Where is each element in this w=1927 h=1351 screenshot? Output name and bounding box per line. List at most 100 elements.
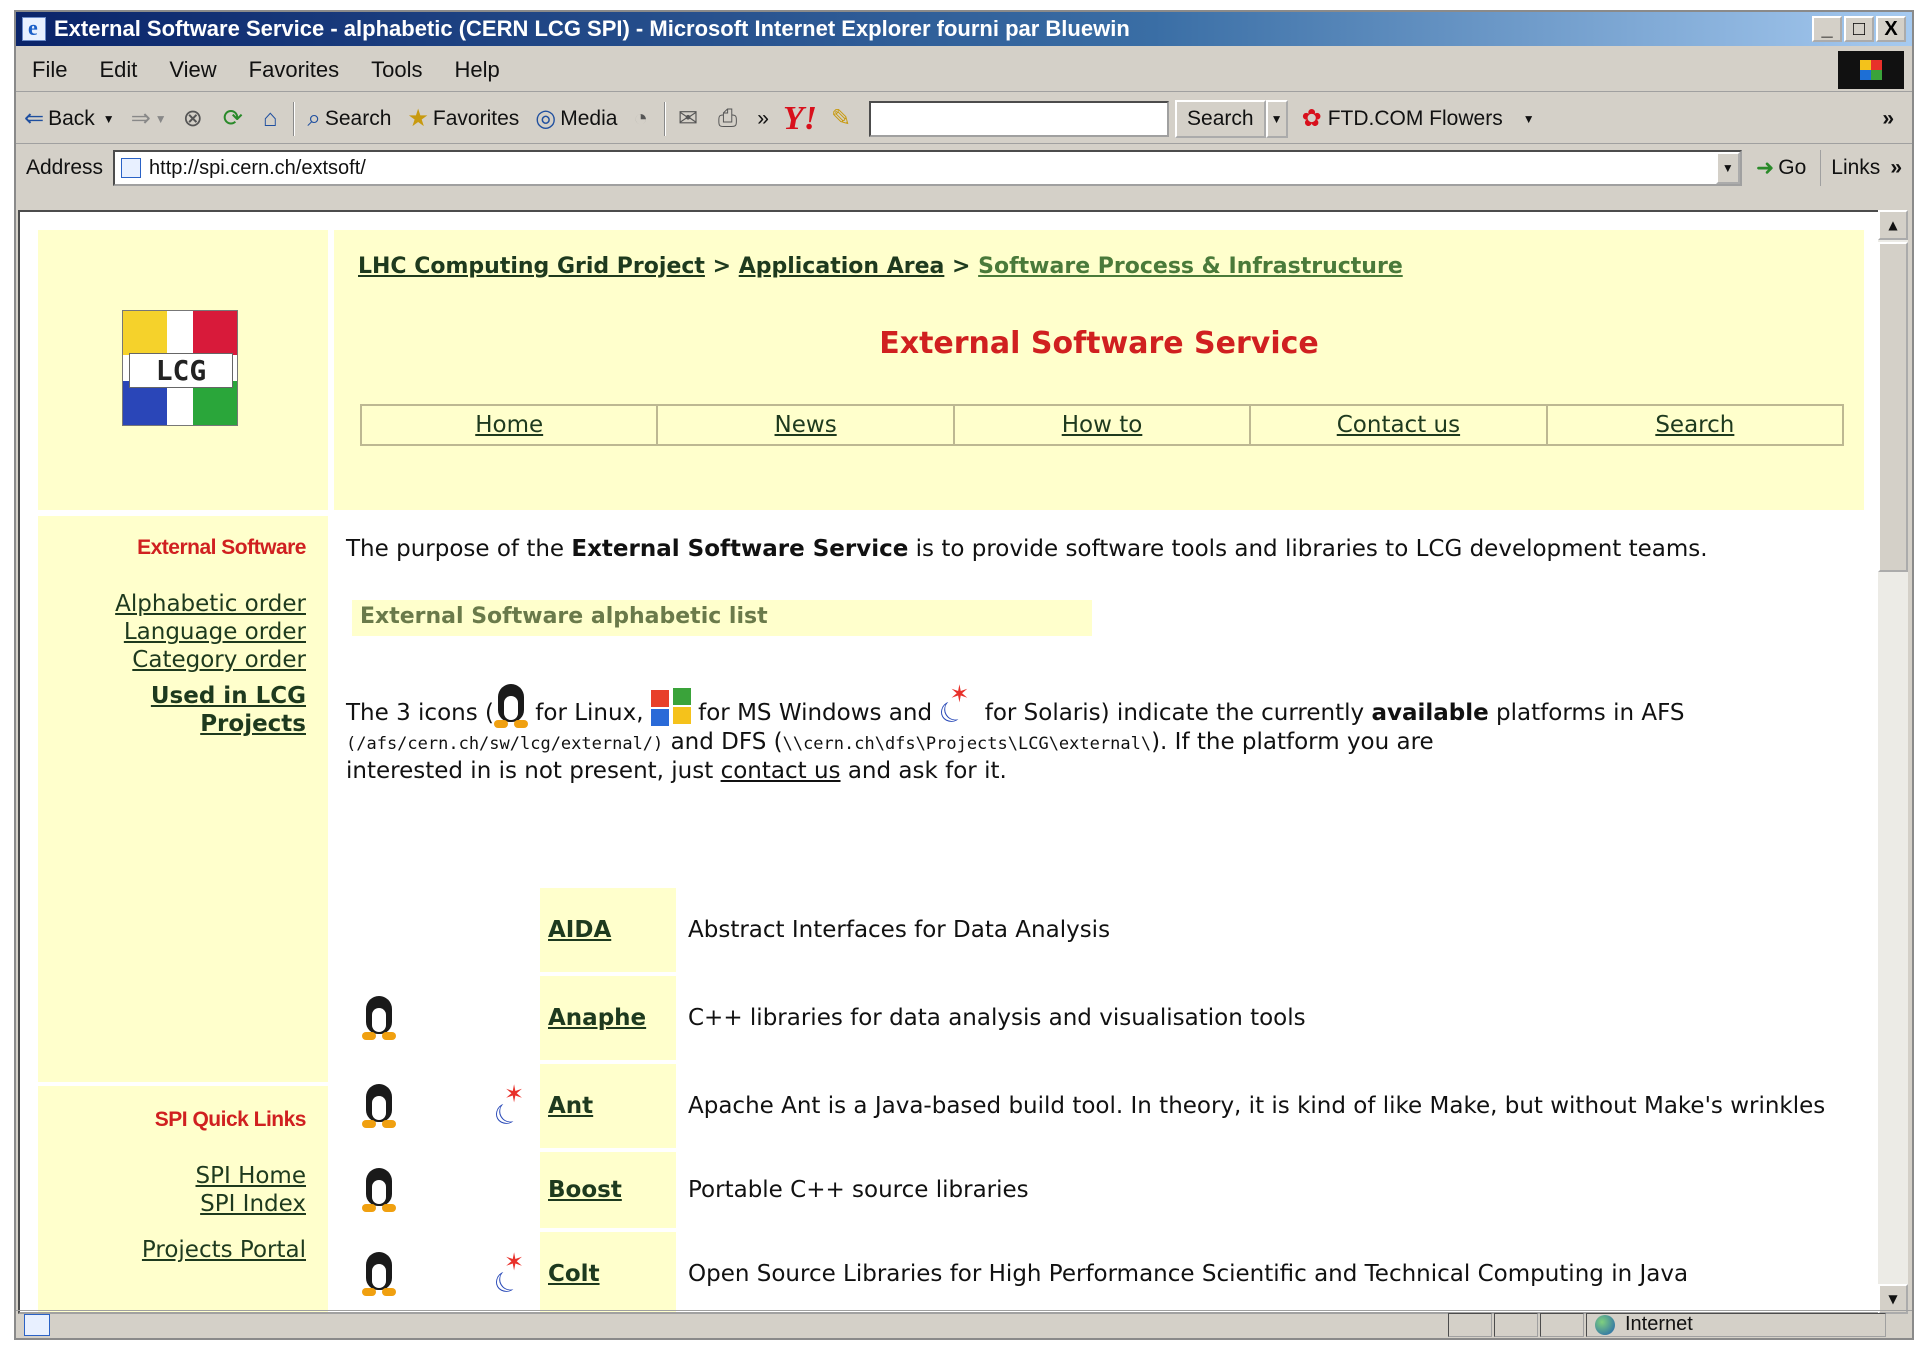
sidebar-link-projects-portal[interactable]: Projects Portal xyxy=(142,1236,306,1264)
search-dropdown-button[interactable]: ▼ xyxy=(1265,99,1288,138)
title-bar[interactable]: External Software Service - alphabetic (… xyxy=(16,12,1912,46)
breadcrumb-application-area-link[interactable]: Application Area xyxy=(739,254,945,279)
menu-file[interactable]: File xyxy=(16,57,83,83)
zone-label: Internet xyxy=(1625,1313,1693,1335)
toolbar-search-input[interactable] xyxy=(869,100,1170,137)
media-button[interactable]: ◎ Media xyxy=(527,99,625,139)
history-button[interactable]: ◔ xyxy=(625,99,660,139)
nav-howto-link[interactable]: How to xyxy=(955,406,1252,444)
package-link[interactable]: Colt xyxy=(548,1261,600,1287)
solaris-icon xyxy=(939,680,977,728)
package-link[interactable]: Ant xyxy=(548,1093,593,1119)
sidebar-order-links: Alphabetic order Language order Category… xyxy=(115,590,306,674)
dropdown-arrow-icon[interactable]: ▼ xyxy=(1523,112,1535,126)
linux-icon xyxy=(362,1084,396,1128)
sidebar-divider xyxy=(38,1082,328,1086)
sidebar-link-language[interactable]: Language order xyxy=(115,618,306,646)
text-part: ). If the platform you are xyxy=(1151,729,1434,755)
stop-button[interactable]: ⊗ xyxy=(175,99,215,139)
ftd-flowers-link[interactable]: FTD.COM Flowers xyxy=(1328,107,1503,131)
contact-us-link[interactable]: contact us xyxy=(721,758,841,784)
table-row: Colt Open Source Libraries for High Perfo… xyxy=(346,1232,1846,1312)
sidebar-used-links[interactable]: Used in LCG Projects xyxy=(151,682,306,738)
printer-icon: ⎙ xyxy=(718,104,738,132)
status-bar: Internet xyxy=(16,1310,1912,1338)
vertical-scrollbar[interactable]: ▲ ▼ xyxy=(1878,210,1908,1314)
sidebar-link-category[interactable]: Category order xyxy=(115,646,306,674)
logo-cell: LCG xyxy=(38,230,328,510)
refresh-button[interactable]: ⟳ xyxy=(215,99,255,139)
sidebar-link-used-in-lcg[interactable]: Used in LCG xyxy=(151,682,306,710)
favorites-button[interactable]: ★ Favorites xyxy=(399,99,527,139)
forward-button[interactable]: ⇒ ▼ xyxy=(123,99,175,139)
print-button[interactable]: ⎙ xyxy=(710,99,749,139)
forward-arrow-icon: ⇒ xyxy=(130,105,151,132)
menu-edit[interactable]: Edit xyxy=(83,57,153,83)
back-button[interactable]: ⇐ Back ▼ xyxy=(16,99,123,139)
package-name-cell: Anaphe xyxy=(540,976,676,1060)
text-part: for Solaris) indicate the currently xyxy=(977,700,1372,726)
package-description: C++ libraries for data analysis and visu… xyxy=(688,1005,1306,1031)
sidebar-quick-links: SPI Home SPI Index xyxy=(196,1162,307,1218)
sidebar-heading-quick-links: SPI Quick Links xyxy=(154,1108,307,1131)
breadcrumb-lhc-link[interactable]: LHC Computing Grid Project xyxy=(358,254,705,279)
breadcrumb-separator: > xyxy=(712,254,732,279)
highlight-button[interactable]: ✎ xyxy=(823,99,863,139)
scroll-thumb[interactable] xyxy=(1878,242,1908,572)
chevron-right-icon[interactable]: » xyxy=(1882,107,1894,131)
package-link[interactable]: Boost xyxy=(548,1177,622,1203)
nav-home-link[interactable]: Home xyxy=(362,406,659,444)
menu-favorites[interactable]: Favorites xyxy=(233,57,355,83)
go-label: Go xyxy=(1778,156,1807,179)
table-row: Ant Apache Ant is a Java-based build tool… xyxy=(346,1064,1846,1148)
home-button[interactable]: ⌂ xyxy=(255,99,290,139)
resize-grip-icon[interactable] xyxy=(1886,1313,1912,1337)
package-name-cell: Boost xyxy=(540,1152,676,1228)
lcg-logo[interactable]: LCG xyxy=(122,310,238,426)
scroll-up-button[interactable]: ▲ xyxy=(1878,210,1908,240)
nav-search-link[interactable]: Search xyxy=(1548,406,1842,444)
windows-icon xyxy=(650,688,691,726)
menu-view[interactable]: View xyxy=(153,57,232,83)
browser-window: External Software Service - alphabetic (… xyxy=(14,10,1914,1340)
solaris-icon xyxy=(494,1248,532,1296)
close-button[interactable]: X xyxy=(1876,16,1906,42)
linux-icon xyxy=(362,1168,396,1212)
toolbar-search-button[interactable]: Search xyxy=(1175,99,1266,138)
address-dropdown-button[interactable]: ▼ xyxy=(1715,152,1740,184)
dropdown-arrow-icon: ▼ xyxy=(102,111,115,126)
yahoo-logo[interactable]: Y! xyxy=(777,100,823,138)
address-field[interactable]: http://spi.cern.ch/extsoft/ ▼ xyxy=(113,150,1742,186)
text-part: platforms in AFS xyxy=(1488,700,1685,726)
go-arrow-icon: ➜ xyxy=(1755,155,1775,180)
text-part: for Linux, xyxy=(527,700,651,726)
go-button[interactable]: ➜ Go xyxy=(1742,155,1820,181)
search-toolbar-button[interactable]: ⌕ Search xyxy=(299,99,399,139)
afs-path: (/afs/cern.ch/sw/lcg/external/) xyxy=(346,734,664,754)
package-link[interactable]: AIDA xyxy=(548,917,611,943)
address-url[interactable]: http://spi.cern.ch/extsoft/ xyxy=(149,157,1716,180)
sidebar-link-spi-home[interactable]: SPI Home xyxy=(196,1162,307,1190)
flower-icon: ✿ xyxy=(1301,105,1322,132)
maximize-button[interactable]: □ xyxy=(1844,16,1874,42)
address-label: Address xyxy=(26,156,104,179)
mail-icon: ✉ xyxy=(677,105,699,132)
menu-help[interactable]: Help xyxy=(439,57,516,83)
more-toolbar-button[interactable]: » xyxy=(749,99,777,139)
breadcrumb-spi-link[interactable]: Software Process & Infrastructure xyxy=(978,254,1403,279)
refresh-icon: ⟳ xyxy=(222,105,243,132)
menu-tools[interactable]: Tools xyxy=(355,57,438,83)
mail-button[interactable]: ✉ xyxy=(670,99,710,139)
nav-news-link[interactable]: News xyxy=(658,406,955,444)
minimize-button[interactable]: _ xyxy=(1812,16,1842,42)
sidebar-link-spi-index[interactable]: SPI Index xyxy=(196,1190,306,1218)
links-label: Links xyxy=(1831,156,1881,179)
links-button[interactable]: Links » xyxy=(1820,150,1912,186)
sidebar-link-alphabetic[interactable]: Alphabetic order xyxy=(115,590,306,618)
content-viewport[interactable]: LCG LHC Computing Grid Project > Applica… xyxy=(18,210,1892,1314)
solaris-icon xyxy=(494,1080,532,1128)
nav-contact-link[interactable]: Contact us xyxy=(1251,406,1548,444)
package-link[interactable]: Anaphe xyxy=(548,1005,646,1031)
sidebar-link-projects[interactable]: Projects xyxy=(151,710,306,738)
toolbar-divider xyxy=(293,101,296,136)
